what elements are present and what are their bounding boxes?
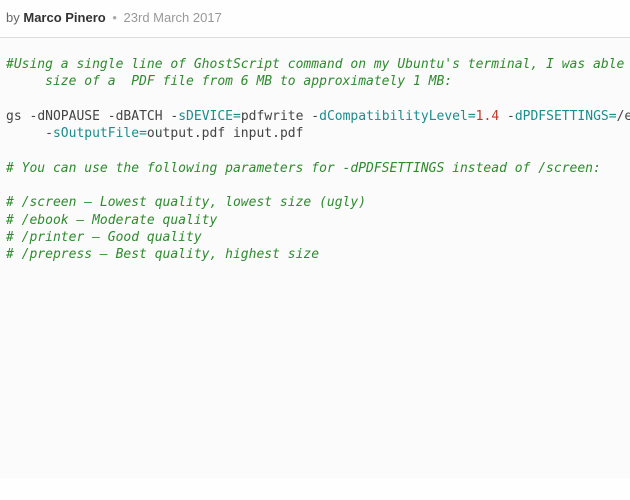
dash: -: [507, 109, 515, 124]
by-label: by: [6, 10, 20, 25]
code-content: #Using a single line of GhostScript comm…: [6, 56, 624, 263]
dash: -: [311, 109, 319, 124]
flag-value: e: [624, 109, 630, 124]
number: 1: [476, 109, 484, 124]
comment-line: # /prepress – Best quality, highest size: [6, 247, 319, 262]
post-date: 23rd March 2017: [124, 10, 222, 25]
flag-name: sDEVICE: [178, 109, 233, 124]
dash: -: [108, 109, 116, 124]
code-block: #Using a single line of GhostScript comm…: [0, 38, 630, 478]
comment-line: # /printer – Good quality: [6, 230, 202, 245]
flag-name: dCompatibilityLevel: [319, 109, 468, 124]
space: [499, 109, 507, 124]
flag-text: dBATCH: [116, 109, 171, 124]
post-meta: by Marco Pinero • 23rd March 2017: [0, 0, 630, 37]
author-link[interactable]: Marco Pinero: [23, 10, 105, 25]
cmd-text: gs: [6, 109, 29, 124]
flag-name: sOutputFile: [53, 126, 139, 141]
comment-line: #Using a single line of GhostScript comm…: [6, 57, 624, 72]
comment-line: # /screen – Lowest quality, lowest size …: [6, 195, 366, 210]
meta-separator: •: [112, 10, 117, 25]
flag-text: dNOPAUSE: [37, 109, 107, 124]
equals: =: [233, 109, 241, 124]
equals: =: [468, 109, 476, 124]
comment-line: # You can use the following parameters f…: [6, 161, 601, 176]
flag-value: output.pdf input.pdf: [147, 126, 304, 141]
flag-name: dPDFSETTINGS: [515, 109, 609, 124]
indent: [6, 126, 45, 141]
comment-line: # /ebook – Moderate quality: [6, 213, 217, 228]
comment-line: size of a PDF file from 6 MB to approxim…: [6, 74, 452, 89]
dash: -: [45, 126, 53, 141]
number: 4: [491, 109, 499, 124]
flag-value: pdfwrite: [241, 109, 311, 124]
equals: =: [609, 109, 617, 124]
equals: =: [139, 126, 147, 141]
